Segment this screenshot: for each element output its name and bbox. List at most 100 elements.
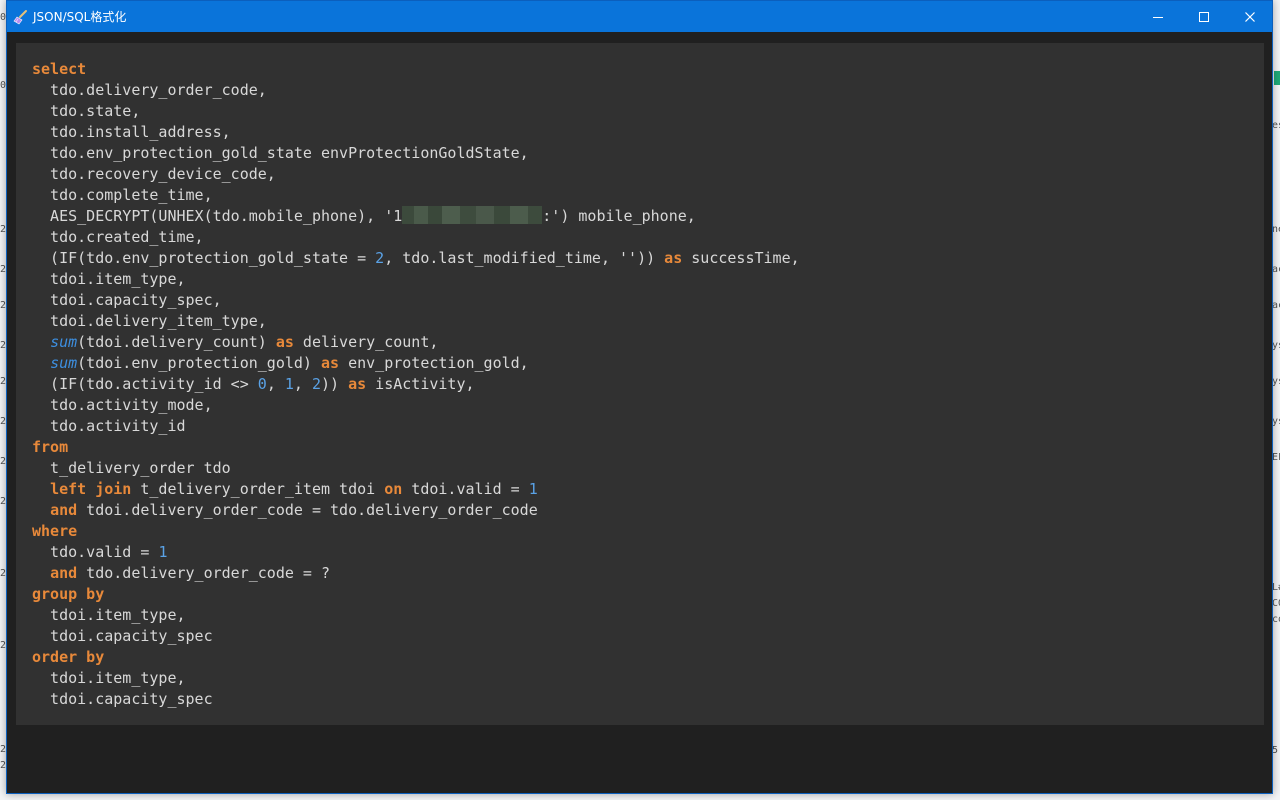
sql-function: sum (50, 354, 78, 372)
sql-keyword: order by (32, 648, 105, 666)
background-text-fragment: EF (1272, 452, 1280, 463)
background-accent-tab (1274, 71, 1280, 85)
code-line: t_delivery_order tdo (32, 458, 800, 479)
background-text-fragment: ys (1272, 416, 1280, 427)
sql-number: 2 (311, 375, 321, 393)
code-line: tdo.delivery_order_code, (32, 80, 800, 101)
sql-number: 1 (284, 375, 294, 393)
sql-keyword: as (275, 333, 294, 351)
sql-text: , (293, 375, 312, 393)
formatted-sql-panel[interactable]: select tdo.delivery_order_code, tdo.stat… (16, 43, 1264, 725)
sql-text: tdo.env_protection_gold_state envProtect… (32, 144, 529, 162)
code-line: and tdo.delivery_order_code = ? (32, 563, 800, 584)
background-text-fragment: ys (1272, 376, 1280, 387)
code-line: tdo.complete_time, (32, 185, 800, 206)
window-title: JSON/SQL格式化 (33, 10, 127, 24)
maximize-button[interactable] (1181, 1, 1227, 32)
code-line: tdo.valid = 1 (32, 542, 800, 563)
code-line: group by (32, 584, 800, 605)
sql-text: :') mobile_phone, (542, 207, 696, 225)
title-bar[interactable]: JSON/SQL格式化 (7, 1, 1272, 32)
code-line: tdo.recovery_device_code, (32, 164, 800, 185)
code-line: tdo.state, (32, 101, 800, 122)
code-line: from (32, 437, 800, 458)
code-line: tdo.activity_id (32, 416, 800, 437)
sql-text: tdoi.delivery_order_code = tdo.delivery_… (77, 501, 538, 519)
code-line: tdoi.capacity_spec (32, 626, 800, 647)
sql-keyword: from (32, 438, 69, 456)
sql-text: , tdo.last_modified_time, '')) (384, 249, 665, 267)
sql-text: tdoi.item_type, (32, 669, 186, 687)
sql-text: tdoi.valid = (402, 480, 529, 498)
code-line: tdo.created_time, (32, 227, 800, 248)
sql-text: , (266, 375, 285, 393)
code-line: tdoi.capacity_spec (32, 689, 800, 710)
sql-keyword: where (32, 522, 78, 540)
background-text-fragment: ac (1272, 264, 1280, 275)
sql-keyword: select (32, 60, 87, 78)
broom-icon (13, 9, 29, 25)
background-text-fragment: ne (1272, 224, 1280, 235)
sql-text: isActivity, (366, 375, 475, 393)
sql-text: )) (321, 375, 349, 393)
window-content: select tdo.delivery_order_code, tdo.stat… (7, 32, 1272, 793)
close-icon (1245, 11, 1255, 22)
background-right-edge: esneacacysysysEFL#COco5 (1272, 0, 1280, 800)
sql-keyword: as (664, 249, 683, 267)
code-line: tdoi.item_type, (32, 668, 800, 689)
background-text-fragment: es (1272, 120, 1280, 131)
sql-keyword: and (50, 564, 78, 582)
sql-text: (IF(tdo.activity_id <> (32, 375, 258, 393)
code-line: left join t_delivery_order_item tdoi on … (32, 479, 800, 500)
minimize-icon (1153, 16, 1163, 18)
sql-text: tdo.complete_time, (32, 186, 213, 204)
maximize-icon (1199, 11, 1209, 22)
sql-keyword: and (50, 501, 78, 519)
sql-formatter-window: JSON/SQL格式化 select tdo.delivery_order_co… (6, 0, 1273, 794)
sql-text: tdo.delivery_order_code, (32, 81, 267, 99)
sql-text: (tdoi.delivery_count) (77, 333, 276, 351)
sql-text: tdoi.item_type, (32, 270, 186, 288)
sql-text: tdoi.capacity_spec (32, 690, 213, 708)
sql-keyword: group by (32, 585, 105, 603)
code-line: (IF(tdo.activity_id <> 0, 1, 2)) as isAc… (32, 374, 800, 395)
code-line: and tdoi.delivery_order_code = tdo.deliv… (32, 500, 800, 521)
code-line: order by (32, 647, 800, 668)
sql-function: sum (50, 333, 78, 351)
code-line: AES_DECRYPT(UNHEX(tdo.mobile_phone), '1:… (32, 206, 800, 227)
background-text-fragment: ac (1272, 300, 1280, 311)
sql-text: tdo.activity_id (32, 417, 186, 435)
sql-number: 0 (257, 375, 267, 393)
sql-text: tdo.install_address, (32, 123, 231, 141)
code-line: tdoi.item_type, (32, 269, 800, 290)
sql-text: delivery_count, (293, 333, 439, 351)
code-line: sum(tdoi.delivery_count) as delivery_cou… (32, 332, 800, 353)
sql-number: 1 (158, 543, 168, 561)
sql-number: 2 (375, 249, 385, 267)
code-line: tdoi.capacity_spec, (32, 290, 800, 311)
code-line: where (32, 521, 800, 542)
close-button[interactable] (1227, 1, 1273, 32)
sql-keyword: on (384, 480, 403, 498)
sql-text: tdoi.item_type, (32, 606, 186, 624)
sql-keyword: as (348, 375, 367, 393)
minimize-button[interactable] (1135, 1, 1181, 32)
code-line: tdo.install_address, (32, 122, 800, 143)
code-line: tdo.env_protection_gold_state envProtect… (32, 143, 800, 164)
sql-text: (tdoi.env_protection_gold) (77, 354, 321, 372)
background-text-fragment: CO (1272, 598, 1280, 609)
sql-text: tdo.activity_mode, (32, 396, 213, 414)
sql-text: tdo.state, (32, 102, 141, 120)
sql-text: t_delivery_order tdo (32, 459, 231, 477)
sql-keyword: left join (50, 480, 132, 498)
sql-text: (IF(tdo.env_protection_gold_state = (32, 249, 376, 267)
formatted-sql-code[interactable]: select tdo.delivery_order_code, tdo.stat… (32, 59, 800, 710)
sql-text: tdoi.delivery_item_type, (32, 312, 267, 330)
code-line: select (32, 59, 800, 80)
sql-text: tdo.created_time, (32, 228, 204, 246)
